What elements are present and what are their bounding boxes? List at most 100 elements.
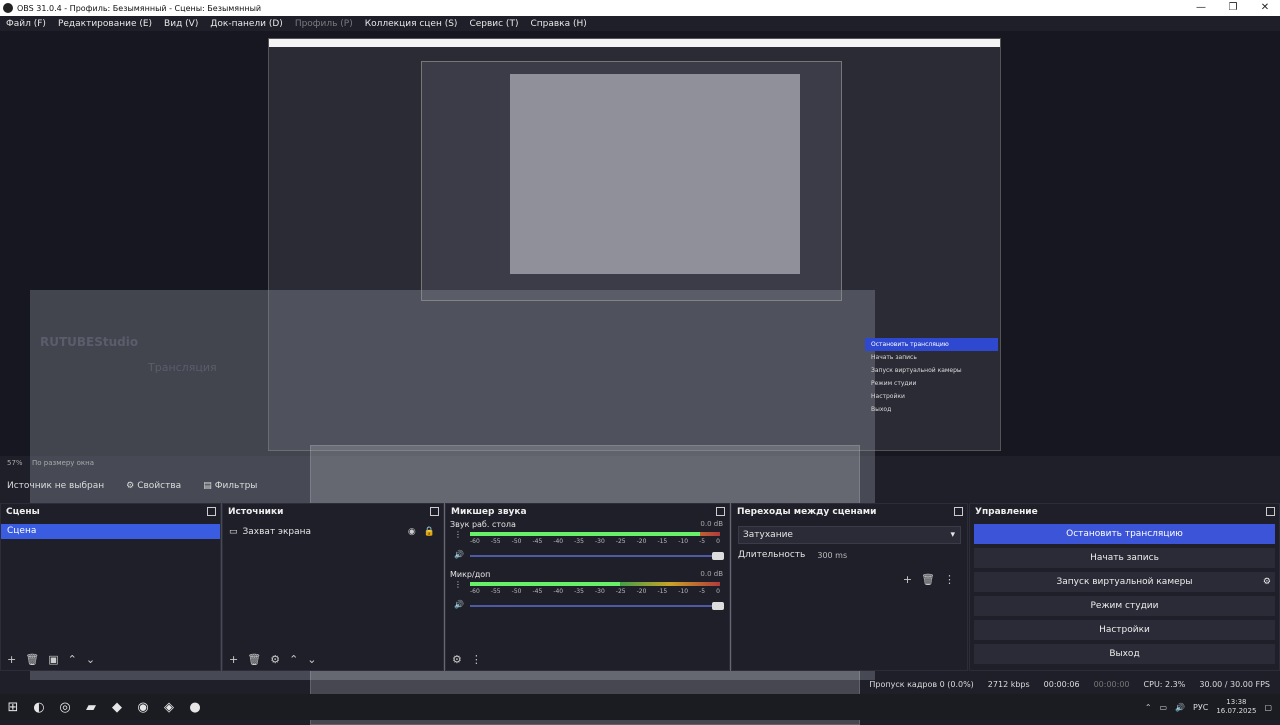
scale-tick: -60 — [470, 538, 480, 545]
add-scene-icon[interactable]: + — [7, 653, 16, 666]
mixer-dock: Микшер звука Звук раб. стола 0.0 dB ⋮ -60 -5… — [445, 503, 730, 671]
undock-icon[interactable] — [716, 507, 725, 516]
volume-icon[interactable]: 🔊 — [1175, 703, 1185, 712]
monitor-icon: ▭ — [229, 527, 238, 537]
nested-titlebar — [269, 39, 1000, 47]
menu-tools[interactable]: Сервис (T) — [463, 19, 524, 29]
remove-scene-icon[interactable]: 🗑 — [25, 653, 39, 666]
scenes-title: Сцены — [1, 504, 220, 520]
chevron-up-icon[interactable]: ⌃ — [1145, 703, 1152, 712]
menu-profile[interactable]: Профиль (P) — [289, 19, 359, 29]
language-indicator[interactable]: РУС — [1193, 703, 1208, 712]
source-toolbar: Источник не выбран ⚙ Свойства ▤ Фильтры — [0, 478, 1280, 494]
volume-slider-knob[interactable] — [712, 552, 724, 560]
clock[interactable]: 13:38 16.07.2025 — [1216, 698, 1256, 716]
start-recording-button[interactable]: Начать запись — [974, 548, 1275, 568]
transitions-title: Переходы между сценами — [732, 504, 967, 520]
explorer-folder-icon[interactable]: ▰ — [78, 694, 104, 720]
add-source-icon[interactable]: + — [229, 653, 238, 666]
obs-taskbar-icon[interactable]: ● — [182, 694, 208, 720]
speaker-icon[interactable]: 🔊 — [454, 550, 464, 559]
menu-docks[interactable]: Док-панели (D) — [204, 19, 288, 29]
undock-icon[interactable] — [207, 507, 216, 516]
duration-input[interactable]: 300 ms — [817, 551, 847, 560]
zoom-mode[interactable]: По размеру окна — [32, 459, 94, 467]
app-icon[interactable]: ◈ — [156, 694, 182, 720]
controls-title-text: Управление — [975, 507, 1038, 517]
app-icon[interactable]: ◉ — [130, 694, 156, 720]
mixer-channel: Микр/доп 0.0 dB ⋮ -60 -55 -50 -45 -40 -35 -30 -25-… — [446, 570, 729, 620]
stop-stream-button[interactable]: Остановить трансляцию — [974, 524, 1275, 544]
channel-menu-icon[interactable]: ⋮ — [454, 530, 462, 539]
move-down-icon[interactable]: ⌄ — [86, 653, 95, 666]
move-down-icon[interactable]: ⌄ — [307, 653, 316, 666]
mixer-toolbar: ⚙ ⋮ — [452, 653, 482, 666]
menu-file[interactable]: Файл (F) — [0, 19, 52, 29]
windows-start-icon[interactable]: ⊞ — [0, 694, 26, 720]
scene-item[interactable]: Сцена — [1, 524, 220, 539]
mixer-channel: Звук раб. стола 0.0 dB ⋮ -60 -55 -50 -45 -40 -35… — [446, 520, 729, 570]
chrome-icon[interactable]: ◎ — [52, 694, 78, 720]
undock-icon[interactable] — [954, 507, 963, 516]
move-up-icon[interactable]: ⌃ — [68, 653, 77, 666]
clock-date: 16.07.2025 — [1216, 707, 1257, 715]
source-item[interactable]: ▭ Захват экрана ◉ 🔒 — [223, 524, 443, 540]
window-titlebar: OBS 31.0.4 - Профиль: Безымянный - Сцены… — [0, 0, 1280, 16]
filters-button[interactable]: ▤ Фильтры — [203, 481, 257, 491]
scenes-title-text: Сцены — [6, 507, 40, 517]
studio-mode-button[interactable]: Режим студии — [974, 596, 1275, 616]
undock-icon[interactable] — [1266, 507, 1275, 516]
maximize-button[interactable]: ❐ — [1218, 0, 1248, 16]
properties-button[interactable]: ⚙ Свойства — [126, 481, 181, 491]
menu-edit[interactable]: Редактирование (E) — [52, 19, 158, 29]
nested-ctl-item: Настройки — [871, 393, 905, 400]
volume-slider-knob[interactable] — [712, 602, 724, 610]
gear-icon: ⚙ — [126, 481, 135, 491]
scale-tick: -40 — [553, 538, 564, 545]
undock-icon[interactable] — [430, 507, 439, 516]
minimize-button[interactable]: — — [1186, 0, 1216, 16]
close-button[interactable]: ✕ — [1250, 0, 1280, 16]
network-icon[interactable]: ▭ — [1160, 703, 1168, 712]
mixer-menu-icon[interactable]: ⋮ — [471, 653, 482, 666]
advanced-audio-icon[interactable]: ⚙ — [452, 653, 462, 666]
move-up-icon[interactable]: ⌃ — [289, 653, 298, 666]
transition-select[interactable]: Затухание ▾ — [738, 526, 961, 544]
volume-slider[interactable] — [470, 602, 724, 610]
scale-tick: -10 — [678, 588, 689, 595]
exit-button[interactable]: Выход — [974, 644, 1275, 664]
settings-button[interactable]: Настройки — [974, 620, 1275, 640]
speaker-icon[interactable]: 🔊 — [454, 600, 464, 609]
source-item-controls: ◉ 🔒 — [408, 527, 435, 537]
chevron-down-icon: ▾ — [950, 530, 955, 540]
lock-icon[interactable]: 🔒 — [424, 527, 435, 537]
remove-source-icon[interactable]: 🗑 — [247, 653, 261, 666]
menu-scene-collection[interactable]: Коллекция сцен (S) — [359, 19, 464, 29]
scale-tick: -55 — [490, 538, 501, 545]
add-transition-icon[interactable]: + — [903, 573, 912, 586]
channel-menu-icon[interactable]: ⋮ — [454, 580, 462, 589]
notification-icon[interactable]: ▢ — [1264, 703, 1272, 712]
menu-view[interactable]: Вид (V) — [158, 19, 204, 29]
duration-row: Длительность 300 ms — [738, 550, 961, 560]
gear-icon[interactable]: ⚙ — [1263, 572, 1271, 592]
scene-filters-icon[interactable]: ▣ — [48, 653, 58, 666]
visibility-eye-icon[interactable]: ◉ — [408, 527, 416, 537]
scenes-dock: Сцены Сцена + 🗑 ▣ ⌃ ⌄ — [0, 503, 221, 671]
level-meter-fill — [470, 532, 700, 536]
edge-icon[interactable]: ◐ — [26, 694, 52, 720]
channel-name: Звук раб. стола — [450, 520, 516, 529]
menu-help[interactable]: Справка (H) — [524, 19, 592, 29]
scale-tick: -10 — [678, 538, 689, 545]
transition-menu-icon[interactable]: ⋮ — [944, 573, 955, 586]
app-icon[interactable]: ◆ — [104, 694, 130, 720]
bitrate: 2712 kbps — [987, 679, 1030, 689]
meter-scale: -60 -55 -50 -45 -40 -35 -30 -25 -20 -15 -10 -5 0 — [470, 588, 720, 595]
source-settings-icon[interactable]: ⚙ — [270, 653, 280, 666]
nested-ctl-item: Начать запись — [871, 354, 917, 361]
volume-slider[interactable] — [470, 552, 724, 560]
scale-tick: -5 — [699, 538, 706, 545]
scale-tick: -20 — [636, 538, 647, 545]
remove-transition-icon[interactable]: 🗑 — [921, 573, 935, 586]
virtual-camera-button[interactable]: Запуск виртуальной камеры ⚙ — [974, 572, 1275, 592]
